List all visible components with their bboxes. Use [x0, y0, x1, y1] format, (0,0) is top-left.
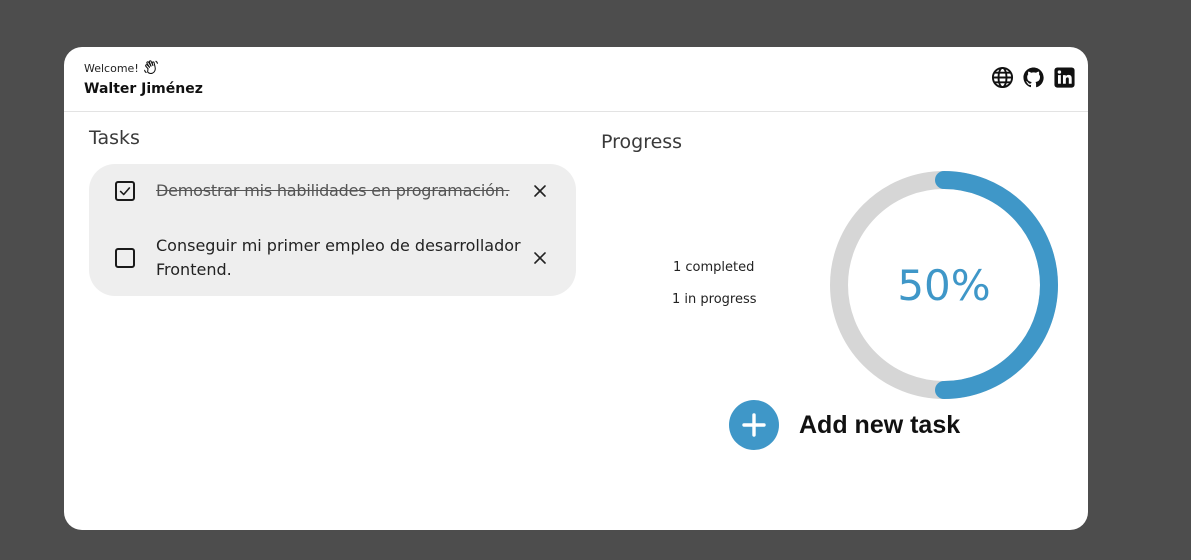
user-name: Walter Jiménez: [84, 81, 203, 97]
tasks-title: Tasks: [89, 127, 140, 149]
plus-icon: [742, 413, 766, 437]
task-text: Demostrar mis habilidades en programació…: [156, 181, 510, 200]
delete-task-button[interactable]: [532, 250, 548, 266]
task-checkbox[interactable]: [115, 248, 135, 268]
progress-percent: 50%: [897, 260, 991, 310]
globe-icon[interactable]: [991, 66, 1014, 89]
app-card: Welcome! Walter Jiménez Tasks Demostrar …: [64, 47, 1088, 530]
completed-count: 1 completed: [673, 260, 755, 275]
close-icon: [534, 185, 546, 197]
task-list: Demostrar mis habilidades en programació…: [89, 164, 576, 296]
task-item: Conseguir mi primer empleo de desarrolla…: [89, 232, 576, 284]
waving-hand-icon: [142, 59, 160, 77]
delete-task-button[interactable]: [532, 183, 548, 199]
header: Welcome! Walter Jiménez: [64, 47, 1088, 112]
add-task-button[interactable]: Add new task: [729, 400, 960, 450]
linkedin-icon[interactable]: [1053, 66, 1076, 89]
welcome-text: Welcome!: [84, 61, 139, 75]
github-icon[interactable]: [1022, 66, 1045, 89]
close-icon: [534, 252, 546, 264]
in-progress-count: 1 in progress: [672, 292, 757, 307]
task-item: Demostrar mis habilidades en programació…: [89, 176, 576, 206]
social-links: [991, 66, 1076, 89]
task-text: Conseguir mi primer empleo de desarrolla…: [156, 236, 521, 279]
add-task-label[interactable]: Add new task: [799, 411, 960, 440]
progress-title: Progress: [601, 131, 683, 153]
checkmark-icon: [119, 187, 131, 196]
welcome-row: Welcome!: [84, 60, 160, 76]
task-checkbox-checked[interactable]: [115, 181, 135, 201]
add-button-circle[interactable]: [729, 400, 779, 450]
